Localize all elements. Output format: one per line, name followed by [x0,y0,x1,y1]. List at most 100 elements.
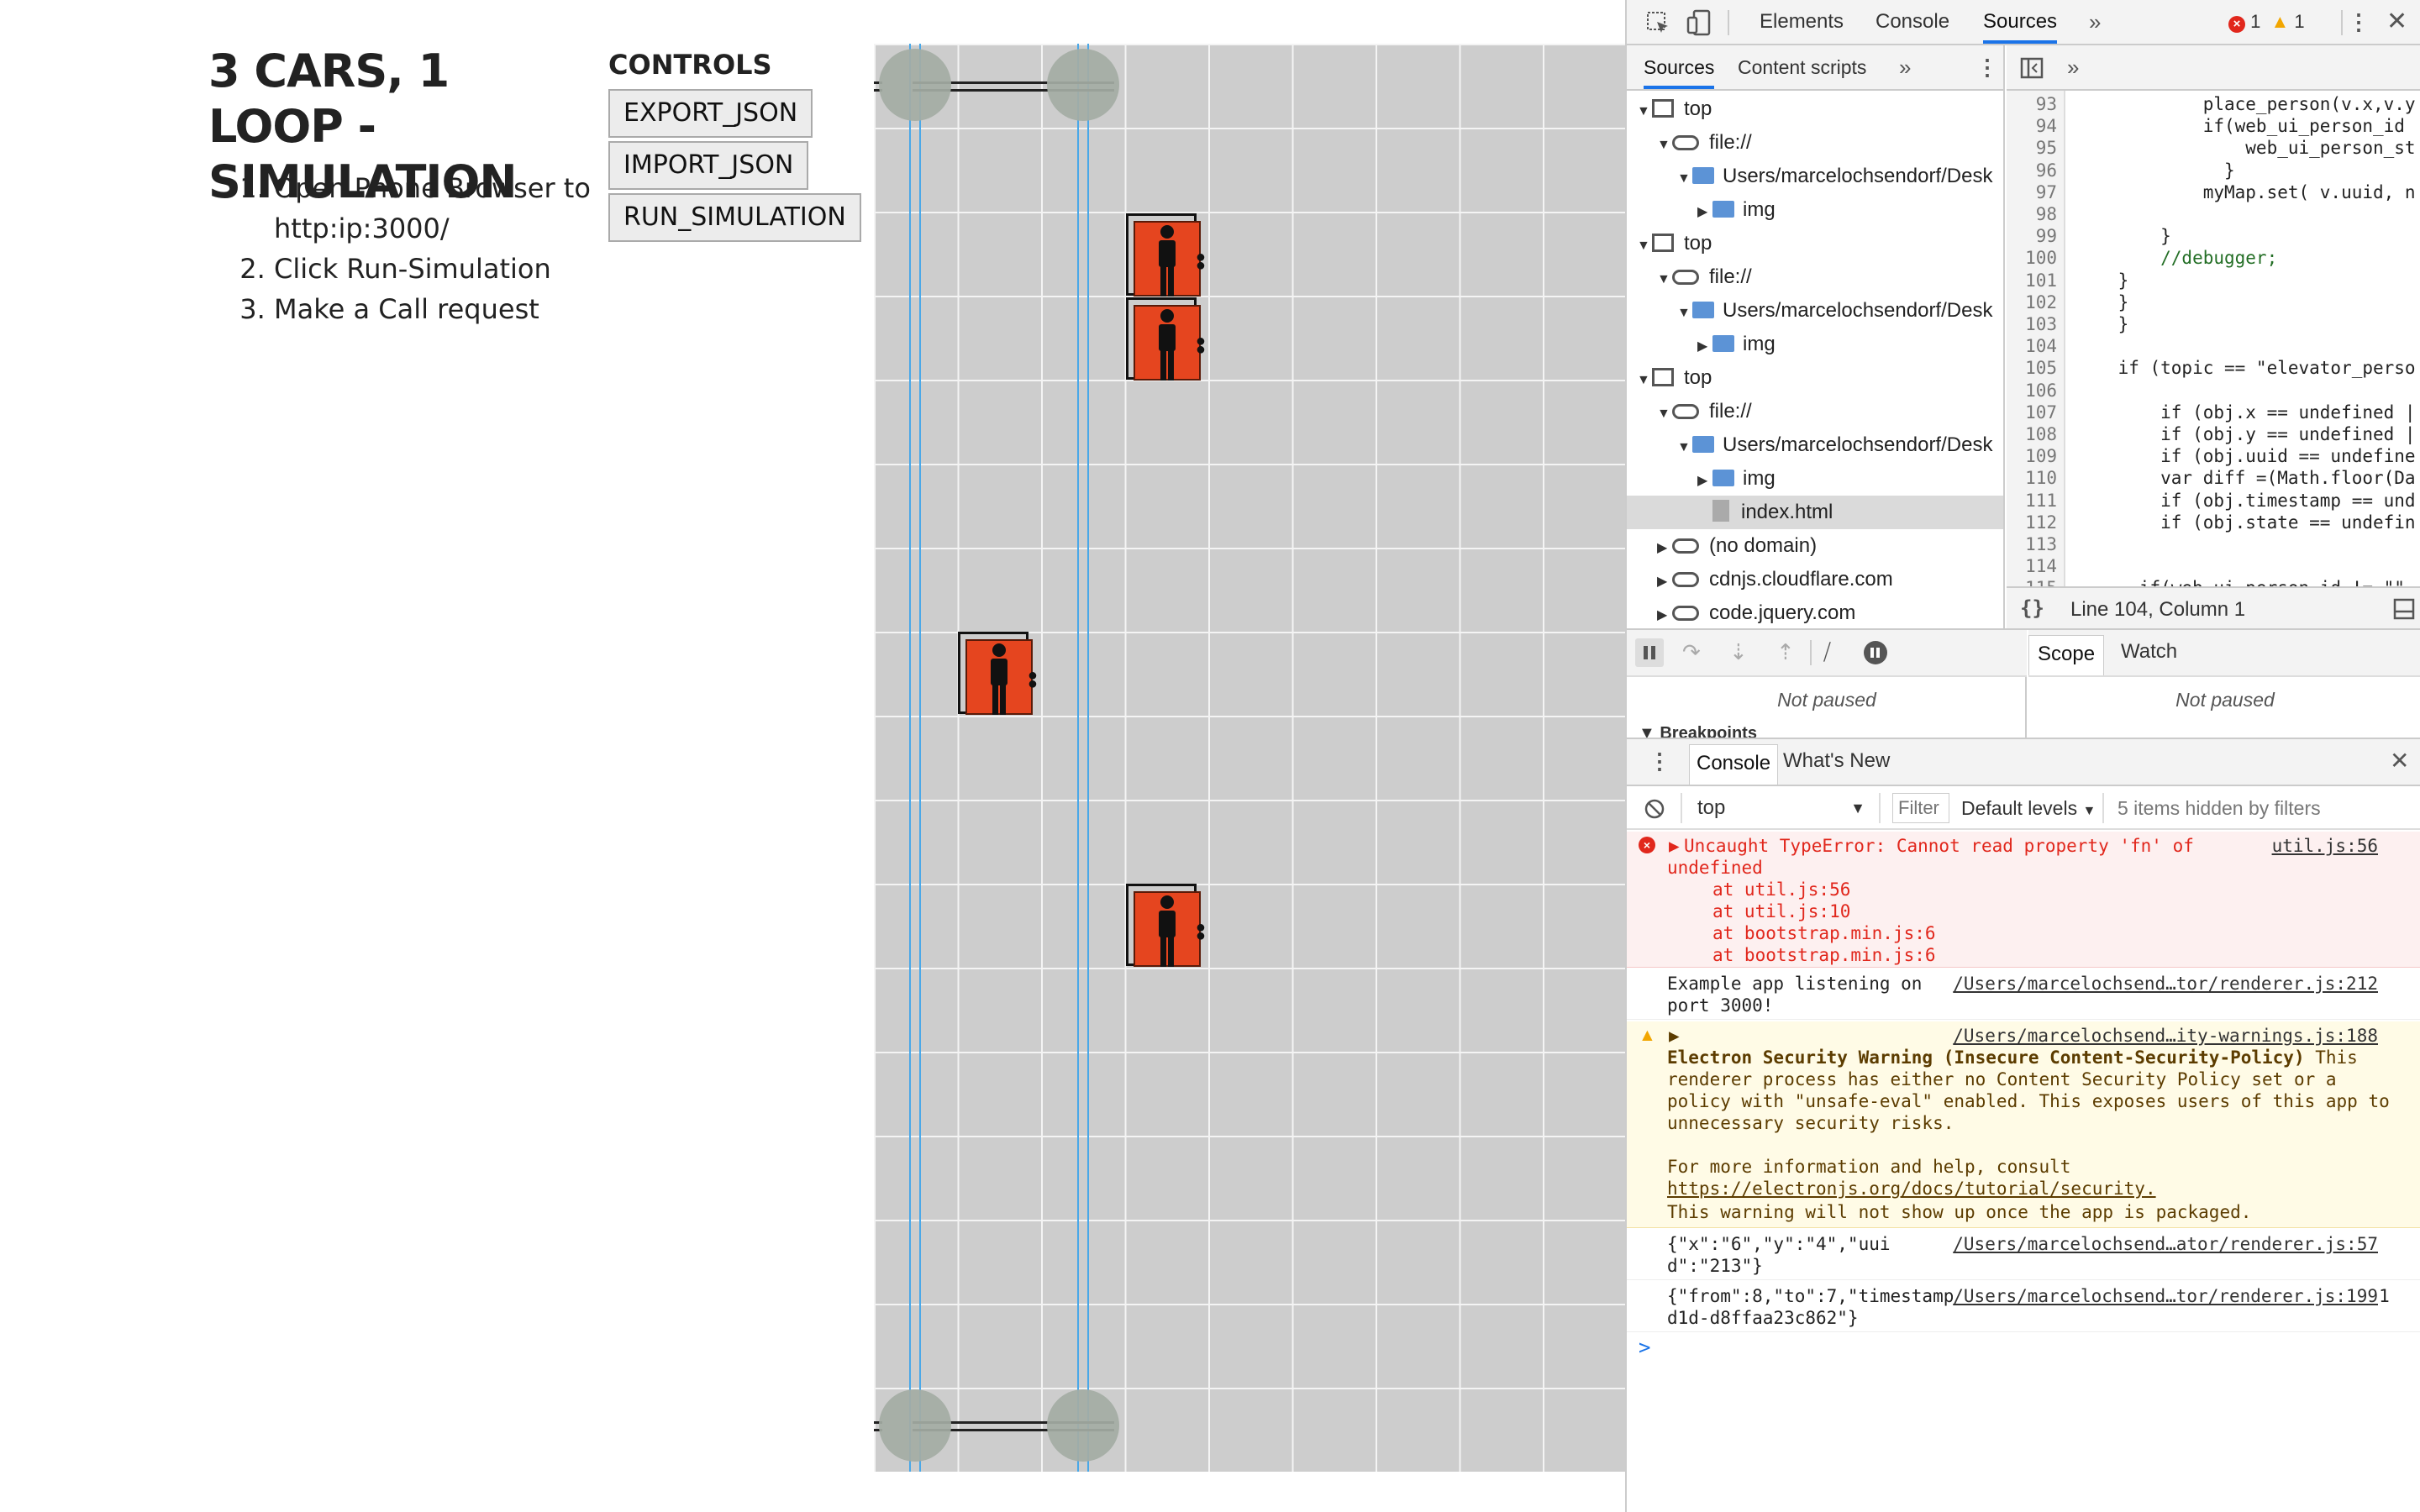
source-link[interactable]: /Users/marcelochsend…ator/renderer.js:57 [1953,1233,2378,1255]
tab-console-drawer[interactable]: Console [1689,744,1779,785]
elevator-car[interactable]: ● ● [1126,297,1206,381]
line-number[interactable]: 110 [2025,468,2057,488]
tab-sources-navigator[interactable]: Sources [1644,45,1715,89]
code-editor[interactable]: » 93 94 95 96 97 98 99 100 101 102 103 104 105 106 107… [2007,45,2420,628]
tree-item-domain[interactable]: ▶ (no domain) [1627,529,2003,563]
line-number[interactable]: 108 [2025,424,2057,444]
breakpoints-header[interactable]: ▼ Breakpoints [1639,724,1757,738]
line-number[interactable]: 107 [2025,402,2057,423]
line-number[interactable]: 93 [2036,94,2057,114]
step-over-icon[interactable]: ↷ [1682,630,1701,674]
device-toolbar-icon[interactable] [1686,8,1714,37]
pretty-print-icon[interactable]: {} [2020,596,2044,620]
tab-watch[interactable]: Watch [2121,630,2177,674]
elevator-car[interactable]: ● ● [958,632,1038,715]
tree-item-folder[interactable]: ▼ Users/marcelochsendorf/Desk [1627,428,2003,462]
close-drawer-icon[interactable]: ✕ [2390,739,2409,783]
console-warning-row[interactable]: ▲ ▶ /Users/marcelochsend…ity-warnings.js… [1627,1021,2420,1228]
tree-item-frame[interactable]: ▼ top [1627,227,2003,260]
kebab-menu-icon[interactable]: ⋮ [2348,0,2370,44]
more-tabs-icon[interactable]: » [2089,0,2101,44]
console-log-row[interactable]: {"x":"6","y":"4","uuid":"213"} /Users/ma… [1627,1230,2420,1280]
step-into-icon[interactable]: ⇣ [1729,630,1748,674]
tab-scope[interactable]: Scope [2028,635,2105,675]
pause-button[interactable] [1635,638,1664,667]
tree-item-frame[interactable]: ▼ top [1627,92,2003,126]
source-link[interactable]: /Users/marcelochsend…tor/renderer.js:199 [1953,1285,2378,1307]
tree-item-folder[interactable]: ▶ img [1627,462,2003,496]
tree-item-folder[interactable]: ▶ img [1627,328,2003,361]
tree-item-folder[interactable]: ▼ Users/marcelochsendorf/Desk [1627,294,2003,328]
line-number[interactable]: 109 [2025,446,2057,466]
collapse-triangle-icon: ▶ [1657,575,1668,589]
tree-item-file[interactable]: index.html [1627,496,2003,529]
line-number[interactable]: 106 [2025,381,2057,401]
tree-item-domain[interactable]: ▶ code.jquery.com [1627,596,2003,628]
console-log-row[interactable]: {"from":8,"to":7,"timestamp":1531302398,… [1627,1282,2420,1332]
line-number[interactable]: 98 [2036,204,2057,224]
more-tabs-icon[interactable]: » [2067,45,2079,89]
log-levels-select[interactable]: Default levels ▼ [1961,786,2096,830]
stack-frame[interactable]: at util.js:56 [1712,879,1936,900]
inspect-element-icon[interactable] [1645,10,1670,35]
source-link[interactable]: /Users/marcelochsend…tor/renderer.js:212 [1953,973,2378,995]
line-number[interactable]: 97 [2036,182,2057,202]
tab-content-scripts[interactable]: Content scripts [1738,45,1866,89]
stack-frame[interactable]: at bootstrap.min.js:6 [1712,944,1936,966]
console-prompt[interactable]: > [1639,1336,1650,1359]
line-number[interactable]: 101 [2025,270,2057,291]
line-number[interactable]: 105 [2025,358,2057,378]
line-number[interactable]: 96 [2036,160,2057,181]
tree-item-domain[interactable]: ▶ cdnjs.cloudflare.com [1627,563,2003,596]
elevator-car[interactable]: ● ● [1126,884,1206,967]
step-out-icon[interactable]: ⇡ [1776,630,1795,674]
deactivate-breakpoints-icon[interactable]: ⧸ [1823,630,1831,674]
console-error-row[interactable]: × ▶ Uncaught TypeError: Cannot read prop… [1627,832,2420,968]
source-link[interactable]: util.js:56 [2272,835,2378,857]
cloud-icon [1672,572,1699,587]
toggle-debugger-icon[interactable] [2393,598,2415,620]
tab-console[interactable]: Console [1876,0,1949,44]
elevator-car[interactable]: ● ● [1126,213,1206,297]
line-number[interactable]: 113 [2025,534,2057,554]
line-number[interactable]: 111 [2025,491,2057,511]
source-link[interactable]: /Users/marcelochsend…ity-warnings.js:188 [1953,1025,2378,1047]
line-number[interactable]: 104 [2025,336,2057,356]
filter-input[interactable] [1892,793,1949,823]
expand-triangle-icon[interactable]: ▶ [1669,1025,1680,1047]
drawer-menu-icon[interactable]: ⋮ [1649,739,1670,783]
tree-item-domain[interactable]: ▼ file:// [1627,395,2003,428]
tree-item-frame[interactable]: ▼ top [1627,361,2003,395]
tree-item-folder[interactable]: ▶ img [1627,193,2003,227]
more-tabs-icon[interactable]: » [1899,45,1911,89]
close-devtools-icon[interactable]: ✕ [2386,0,2407,44]
line-number[interactable]: 100 [2025,248,2057,268]
line-number[interactable]: 102 [2025,292,2057,312]
stack-frame[interactable]: at util.js:10 [1712,900,1936,922]
tab-sources[interactable]: Sources [1983,0,2058,44]
security-docs-link[interactable]: https://electronjs.org/docs/tutorial/sec… [1667,1179,2156,1199]
line-number[interactable]: 112 [2025,512,2057,533]
import-json-button[interactable]: IMPORT_JSON [608,141,809,190]
line-number[interactable]: 95 [2036,138,2057,158]
line-number[interactable]: 114 [2025,556,2057,576]
line-number[interactable]: 94 [2036,116,2057,136]
tab-elements[interactable]: Elements [1760,0,1844,44]
tree-item-domain[interactable]: ▼ file:// [1627,260,2003,294]
tab-whats-new[interactable]: What's New [1783,739,1890,783]
stack-frame[interactable]: at bootstrap.min.js:6 [1712,922,1936,944]
line-number[interactable]: 103 [2025,314,2057,334]
toggle-navigator-icon[interactable] [2020,57,2044,79]
console-log-row[interactable]: Example app listening on port 3000! /Use… [1627,969,2420,1020]
line-number[interactable]: 99 [2036,226,2057,246]
simulation-grid[interactable]: ● ● ● ● ● ● ● ● [874,44,1626,1472]
clear-console-icon[interactable] [1644,798,1665,820]
export-json-button[interactable]: EXPORT_JSON [608,89,813,138]
kebab-menu-icon[interactable]: ⋮ [1976,45,1998,89]
run-simulation-button[interactable]: RUN_SIMULATION [608,193,861,242]
tree-item-folder[interactable]: ▼ Users/marcelochsendorf/Desk [1627,160,2003,193]
issue-counts[interactable]: × 1 ▲ 1 [2228,0,2305,44]
tree-item-domain[interactable]: ▼ file:// [1627,126,2003,160]
context-select[interactable]: top ▼ [1697,786,1865,830]
pause-on-exceptions-icon[interactable] [1864,641,1887,664]
